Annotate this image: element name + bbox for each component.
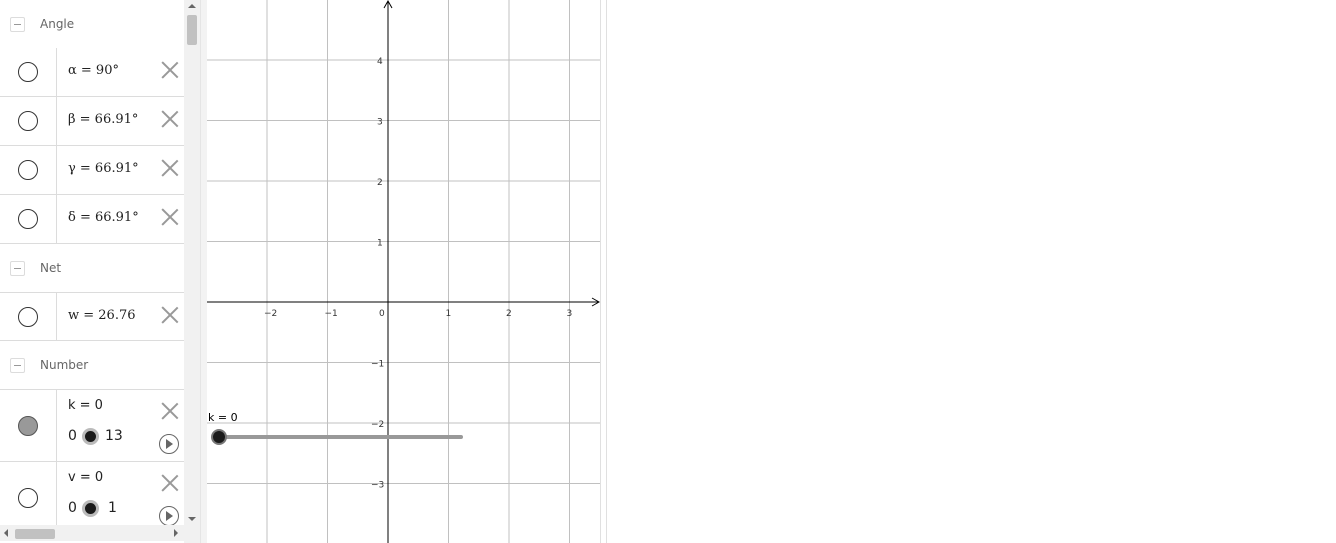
visibility-toggle[interactable] (18, 488, 38, 508)
slider-knob[interactable] (82, 427, 99, 445)
marble-cell (0, 97, 57, 145)
formula-text[interactable]: γ = 66.91° (68, 161, 139, 176)
x-tick-label: −2 (264, 309, 277, 319)
slider-k-track[interactable] (219, 435, 463, 439)
y-tick-label: −3 (371, 481, 384, 491)
algebra-item-gamma[interactable]: γ = 66.91° (0, 146, 184, 195)
algebra-item-v[interactable]: v = 0 0 1 (0, 462, 184, 525)
group-title: Angle (40, 17, 75, 31)
marble-cell (0, 146, 57, 194)
slider-k-label[interactable]: k = 0 (208, 411, 238, 424)
marble-cell (0, 390, 57, 461)
x-tick-label: 0 (379, 309, 385, 319)
grid-lines (207, 0, 600, 543)
scroll-down-icon[interactable] (188, 517, 196, 521)
algebra-list: Angle α = 90° β = 66.91° γ = 66.91° δ = … (0, 0, 184, 525)
algebra-item-alpha[interactable]: α = 90° (0, 48, 184, 97)
view-splitter[interactable] (200, 0, 207, 543)
visibility-toggle[interactable] (18, 111, 38, 131)
geogebra-app: Angle α = 90° β = 66.91° γ = 66.91° δ = … (0, 0, 1336, 543)
tick-labels: −2 −1 0 1 2 3 4 3 2 1 −1 −2 −3 (264, 57, 572, 491)
formula-text[interactable]: β = 66.91° (68, 112, 138, 127)
delete-icon[interactable] (161, 402, 179, 420)
graphics-view[interactable]: −2 −1 0 1 2 3 4 3 2 1 −1 −2 −3 (207, 0, 600, 543)
slider-max: 1 (108, 500, 117, 516)
scroll-left-icon[interactable] (4, 529, 8, 537)
horizontal-scrollbar[interactable] (0, 525, 184, 541)
group-header-number[interactable]: Number (0, 341, 184, 389)
marble-cell (0, 462, 57, 525)
play-icon[interactable] (159, 434, 179, 454)
delete-icon[interactable] (161, 61, 179, 79)
group-title: Net (40, 261, 62, 275)
visibility-toggle[interactable] (18, 415, 38, 436)
formula-text[interactable]: α = 90° (68, 63, 119, 78)
y-tick-label: 2 (377, 178, 383, 188)
algebra-item-beta[interactable]: β = 66.91° (0, 97, 184, 146)
delete-icon[interactable] (161, 306, 179, 324)
x-tick-label: 3 (567, 309, 573, 319)
slider-min: 0 (68, 428, 77, 444)
coordinate-plane[interactable]: −2 −1 0 1 2 3 4 3 2 1 −1 −2 −3 (207, 0, 600, 543)
scroll-up-icon[interactable] (188, 4, 196, 8)
slider-k-point[interactable] (211, 429, 227, 445)
visibility-toggle[interactable] (18, 62, 38, 82)
visibility-toggle[interactable] (18, 209, 38, 229)
collapse-icon[interactable] (10, 260, 25, 276)
y-tick-label: 4 (377, 57, 383, 67)
algebra-item-delta[interactable]: δ = 66.91° (0, 195, 184, 244)
marble-cell (0, 195, 57, 243)
visibility-toggle[interactable] (18, 306, 38, 327)
view-border (600, 0, 607, 543)
formula-text[interactable]: k = 0 (68, 398, 103, 413)
scroll-thumb[interactable] (187, 15, 197, 45)
x-tick-label: 2 (506, 309, 512, 319)
delete-icon[interactable] (161, 159, 179, 177)
delete-icon[interactable] (161, 208, 179, 226)
marble-cell (0, 293, 57, 340)
algebra-item-w[interactable]: w = 26.76 (0, 292, 184, 341)
scroll-thumb[interactable] (15, 529, 55, 539)
y-tick-label: −2 (371, 420, 384, 430)
delete-icon[interactable] (161, 474, 179, 492)
algebra-item-k[interactable]: k = 0 0 13 (0, 389, 184, 462)
algebra-view: Angle α = 90° β = 66.91° γ = 66.91° δ = … (0, 0, 200, 543)
slider-max: 13 (105, 428, 123, 444)
group-header-net[interactable]: Net (0, 244, 184, 292)
formula-text[interactable]: δ = 66.91° (68, 210, 139, 225)
play-icon[interactable] (159, 506, 179, 525)
y-tick-label: 1 (377, 239, 383, 249)
vertical-scrollbar[interactable] (184, 0, 200, 525)
x-tick-label: −1 (325, 309, 338, 319)
group-header-angle[interactable]: Angle (0, 0, 184, 48)
marble-cell (0, 48, 57, 96)
x-tick-label: 1 (446, 309, 452, 319)
visibility-toggle[interactable] (18, 160, 38, 180)
collapse-icon[interactable] (10, 16, 25, 32)
collapse-icon[interactable] (10, 357, 25, 373)
slider-row: 0 1 (68, 498, 117, 518)
group-title: Number (40, 358, 89, 372)
scroll-corner (184, 525, 200, 543)
delete-icon[interactable] (161, 110, 179, 128)
scroll-right-icon[interactable] (174, 529, 178, 537)
slider-row: 0 13 (68, 426, 123, 446)
y-tick-label: −1 (371, 360, 384, 370)
formula-text[interactable]: v = 0 (68, 470, 103, 485)
axes (207, 0, 600, 543)
slider-min: 0 (68, 500, 77, 516)
slider-knob[interactable] (82, 499, 99, 517)
formula-text[interactable]: w = 26.76 (68, 308, 136, 323)
y-tick-label: 3 (377, 118, 383, 128)
